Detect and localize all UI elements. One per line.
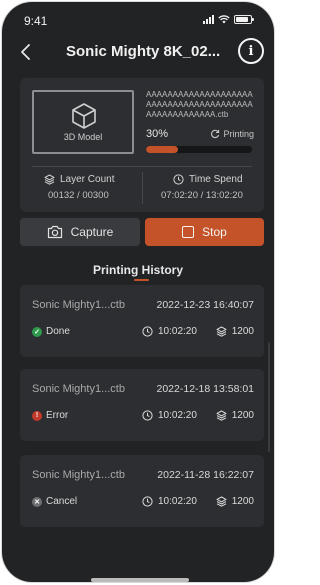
time-spend-value: 07:02:20 / 13:02:20 <box>161 190 243 201</box>
app-header: Sonic Mighty 8K_02... i <box>2 38 274 68</box>
history-item[interactable]: Sonic Mighty1...ctb 2022-12-23 16:40:07 … <box>20 285 264 357</box>
layers-icon <box>216 326 227 337</box>
back-arrow-icon[interactable] <box>18 42 34 62</box>
history-layers-value: 1200 <box>231 496 254 507</box>
file-name: AAAAAAAAAAAAAAAAAAAAAAAAAAAAAAAAAAAAAAAA… <box>146 90 253 119</box>
history-file-name: Sonic Mighty1...ctb <box>32 383 125 395</box>
history-date: 2022-12-23 16:40:07 <box>156 299 255 311</box>
status-bar: 9:41 <box>22 14 254 30</box>
stop-label: Stop <box>202 225 227 239</box>
history-duration: 10:02:20 <box>142 326 197 337</box>
history-layers-value: 1200 <box>231 326 254 337</box>
progress-fill <box>146 146 178 153</box>
history-underline <box>134 279 149 281</box>
layer-count-value: 00132 / 00300 <box>48 190 109 201</box>
cancel-circle-icon: ✕ <box>32 496 42 507</box>
history-date: 2022-11-28 16:22:07 <box>157 469 254 481</box>
page-title: Sonic Mighty 8K_02... <box>66 43 221 60</box>
refresh-icon <box>211 129 220 139</box>
layer-count-label: Layer Count <box>44 174 114 185</box>
clock-icon <box>142 410 153 421</box>
clock-icon <box>142 496 153 507</box>
print-status-card: 3D Model AAAAAAAAAAAAAAAAAAAAAAAAAAAAAAA… <box>20 78 264 212</box>
history-date: 2022-12-18 13:58:01 <box>156 383 255 395</box>
history-status-label: Cancel <box>46 496 78 507</box>
history-layers: 1200 <box>216 326 254 337</box>
history-duration: 10:02:20 <box>142 496 197 507</box>
layers-icon <box>44 174 55 185</box>
progress-bar <box>146 146 252 153</box>
layer-count-text: Layer Count <box>60 174 115 185</box>
model-label: 3D Model <box>63 132 103 142</box>
history-status: ✓ Done <box>32 326 70 337</box>
battery-icon <box>234 15 254 24</box>
capture-label: Capture <box>70 225 114 239</box>
cube-icon <box>72 103 96 129</box>
divider <box>142 172 143 204</box>
history-title: Printing History <box>92 263 183 277</box>
info-icon[interactable]: i <box>238 38 264 64</box>
history-status: ! Error <box>32 410 68 421</box>
history-item[interactable]: Sonic Mighty1...ctb 2022-12-18 13:58:01 … <box>20 369 264 441</box>
history-duration-value: 10:02:20 <box>158 496 197 507</box>
stop-icon <box>182 226 195 238</box>
layers-icon <box>216 496 227 507</box>
print-state-label: Printing <box>223 129 254 139</box>
history-layers-value: 1200 <box>231 410 254 421</box>
camera-icon <box>47 225 62 239</box>
home-indicator[interactable] <box>91 578 189 582</box>
capture-button[interactable]: Capture <box>20 218 140 246</box>
scrollbar[interactable] <box>268 342 270 452</box>
layers-icon <box>216 410 227 421</box>
time-spend-text: Time Spend <box>189 174 243 185</box>
history-duration-value: 10:02:20 <box>158 410 197 421</box>
warning-circle-icon: ! <box>32 410 42 421</box>
history-duration-value: 10:02:20 <box>158 326 197 337</box>
history-file-name: Sonic Mighty1...ctb <box>32 469 125 481</box>
history-file-name: Sonic Mighty1...ctb <box>32 299 125 311</box>
history-status-label: Done <box>46 326 70 337</box>
history-status: ✕ Cancel <box>32 496 77 507</box>
time-spend-label: Time Spend <box>173 174 243 185</box>
signal-icon <box>203 15 214 24</box>
progress-percent: 30% <box>146 128 169 140</box>
divider <box>32 166 252 167</box>
history-layers: 1200 <box>216 496 254 507</box>
phone-screen: 9:41 Sonic Mighty 8K_02... i 3D Model AA… <box>2 2 274 582</box>
print-state: Printing <box>210 129 254 139</box>
model-preview[interactable]: 3D Model <box>32 90 134 154</box>
history-layers: 1200 <box>216 410 254 421</box>
wifi-icon <box>218 15 230 24</box>
history-item[interactable]: Sonic Mighty1...ctb 2022-11-28 16:22:07 … <box>20 455 264 527</box>
stop-button[interactable]: Stop <box>145 218 264 246</box>
status-time: 9:41 <box>24 14 48 28</box>
check-circle-icon: ✓ <box>32 326 42 337</box>
clock-icon <box>142 326 153 337</box>
history-duration: 10:02:20 <box>142 410 197 421</box>
status-icons <box>203 15 254 24</box>
history-status-label: Error <box>46 410 69 421</box>
clock-icon <box>173 174 184 185</box>
